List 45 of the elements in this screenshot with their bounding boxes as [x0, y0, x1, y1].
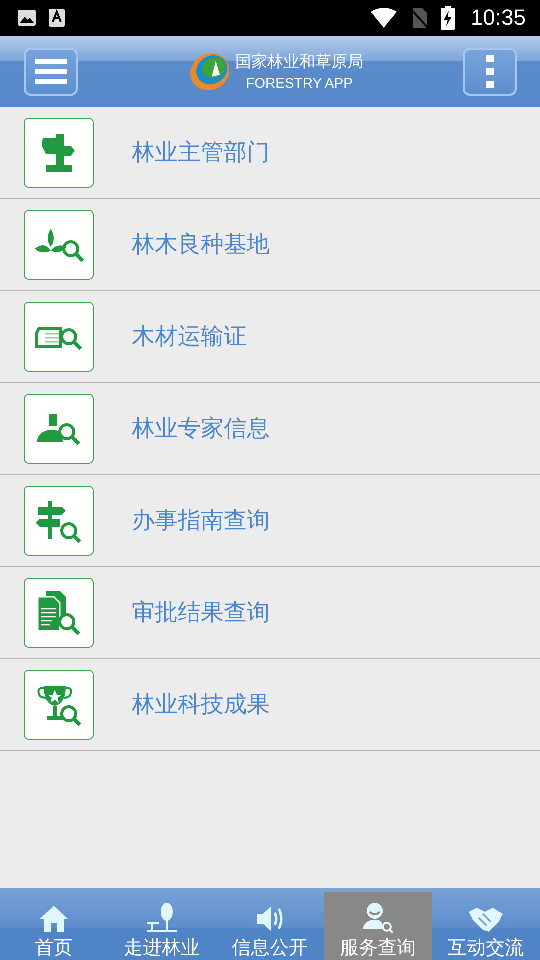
person-search-icon [362, 902, 394, 934]
app-subtitle: FORESTRY APP [246, 75, 353, 91]
home-icon [39, 904, 69, 934]
more-icon [486, 54, 494, 88]
logo-icon [188, 50, 232, 92]
trophy-search-icon [36, 684, 82, 726]
nav-tab[interactable]: 信息公开 [216, 892, 324, 960]
seedling-search-icon [33, 226, 85, 262]
menu-label: 林业专家信息 [132, 415, 270, 444]
more-button[interactable] [463, 48, 517, 96]
font-icon [49, 9, 65, 27]
person-search-icon [37, 412, 81, 446]
menu-item[interactable]: 办事指南查询 [0, 475, 540, 567]
document-search-icon [36, 590, 82, 634]
nav-tab[interactable]: 首页 [0, 892, 108, 960]
wifi-icon [370, 8, 397, 28]
tab-label: 走进林业 [124, 936, 200, 960]
signpost-search-icon [36, 498, 82, 542]
menu-label: 林业主管部门 [132, 139, 270, 168]
menu-label: 审批结果查询 [132, 599, 270, 628]
nav-tab[interactable]: 服务查询 [324, 892, 432, 960]
nav-tab[interactable]: 互动交流 [432, 892, 540, 960]
menu-icon [35, 58, 67, 86]
menu-item[interactable]: 木材运输证 [0, 291, 540, 383]
menu-item[interactable]: 林业主管部门 [0, 107, 540, 199]
tree-bench-icon [147, 902, 177, 934]
tab-label: 互动交流 [448, 936, 524, 960]
menu-item[interactable]: 林业科技成果 [0, 659, 540, 751]
nav-tab[interactable]: 走进林业 [108, 892, 216, 960]
tab-label: 首页 [35, 936, 73, 960]
menu-item[interactable]: 林业专家信息 [0, 383, 540, 475]
status-time: 10:35 [470, 5, 526, 31]
menu-label: 林业科技成果 [132, 691, 270, 720]
menu-label: 林木良种基地 [132, 231, 270, 260]
image-icon [17, 9, 37, 27]
menu-button[interactable] [24, 48, 78, 96]
tab-label: 服务查询 [340, 936, 416, 960]
menu-item[interactable]: 审批结果查询 [0, 567, 540, 659]
battery-icon [440, 6, 455, 30]
menu-label: 木材运输证 [132, 323, 247, 352]
menu-label: 办事指南查询 [132, 507, 270, 536]
app-title: 国家林业和草原局 [236, 52, 364, 73]
speaker-icon [255, 904, 285, 934]
tab-label: 信息公开 [232, 936, 308, 960]
menu-item[interactable]: 林木良种基地 [0, 199, 540, 291]
